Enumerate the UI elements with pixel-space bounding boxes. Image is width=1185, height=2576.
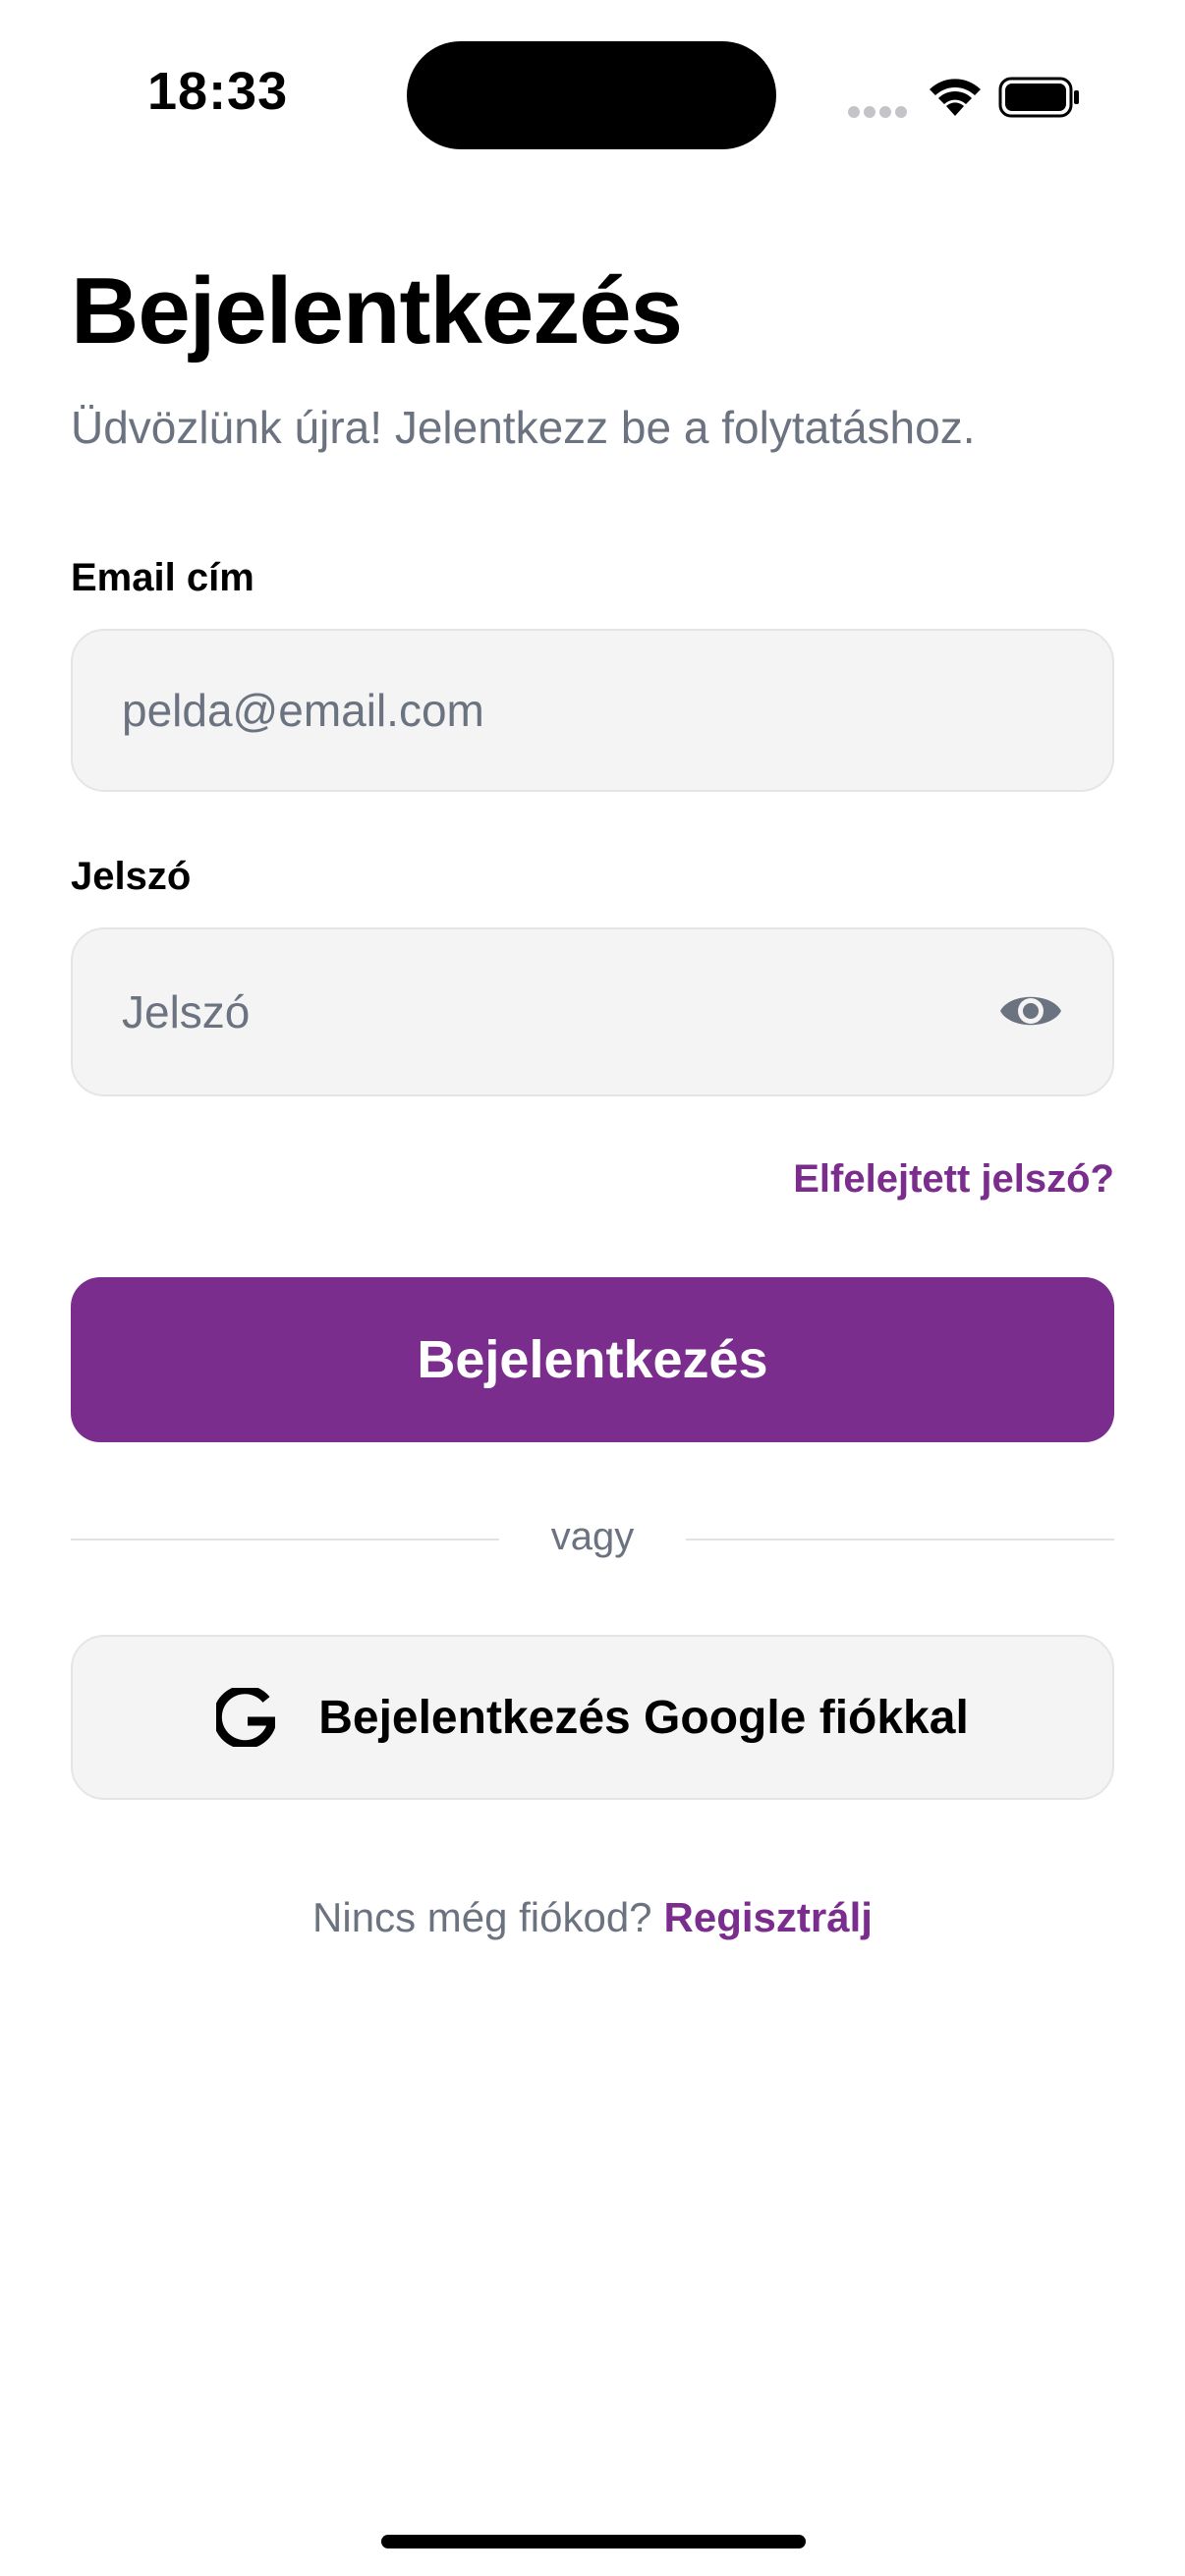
or-divider: vagy (71, 1515, 1114, 1564)
password-field[interactable] (73, 929, 1112, 1094)
eye-icon[interactable] (998, 986, 1063, 1036)
register-prompt: Nincs még fiókod? Regisztrálj (0, 1894, 1185, 1941)
page-title: Bejelentkezés (71, 258, 683, 364)
divider-text: vagy (550, 1515, 635, 1558)
email-field[interactable] (73, 631, 1112, 790)
google-g-icon (216, 1688, 276, 1747)
register-link[interactable]: Regisztrálj (664, 1894, 873, 1940)
email-label: Email cím (71, 556, 254, 599)
register-prompt-text: Nincs még fiókod? (312, 1894, 652, 1940)
signal-icon (848, 106, 907, 118)
page-subtitle: Üdvözlünk újra! Jelentkezz be a folytatá… (71, 402, 976, 453)
google-login-label: Bejelentkezés Google fiókkal (318, 1691, 969, 1744)
password-field-box (71, 927, 1114, 1096)
google-login-button[interactable]: Bejelentkezés Google fiókkal (71, 1635, 1114, 1800)
password-label: Jelszó (71, 855, 192, 898)
dynamic-island (407, 41, 776, 149)
status-bar: 18:33 (0, 0, 1185, 187)
forgot-password-link[interactable]: Elfelejtett jelszó? (793, 1157, 1114, 1202)
battery-icon (998, 77, 1079, 118)
divider-line-right (686, 1539, 1114, 1540)
wifi-icon (930, 79, 981, 116)
email-field-box (71, 629, 1114, 792)
home-indicator[interactable] (381, 2535, 806, 2548)
login-button[interactable]: Bejelentkezés (71, 1277, 1114, 1442)
status-time: 18:33 (147, 62, 289, 121)
